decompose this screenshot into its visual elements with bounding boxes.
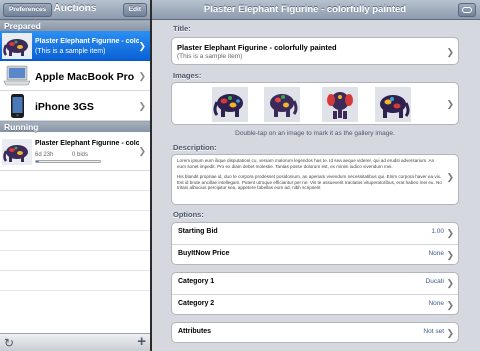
bid-count: 0 bids — [72, 152, 89, 158]
empty-row — [0, 171, 150, 191]
starting-bid-row[interactable]: Starting Bid 1.00 ❯ — [172, 223, 458, 244]
detail-title: Plaster Elephant Figurine - colorfully p… — [203, 4, 407, 15]
item-image-4[interactable] — [375, 87, 411, 122]
list-item-subtitle: (This is a sample item) — [35, 48, 106, 55]
option-value: Not set — [423, 328, 444, 335]
option-key: Category 1 — [178, 278, 215, 285]
list-item-running-elephant[interactable]: Plaster Elephant Figurine - colorfully p… — [0, 132, 150, 171]
item-image-2[interactable] — [264, 87, 300, 122]
title-subtitle: (This is a sample item) — [177, 53, 243, 60]
option-value: Ducati — [425, 278, 444, 285]
description-field[interactable]: Lorem ipsum eum ilique disputationi cu, … — [171, 154, 459, 205]
section-header-prepared: Prepared — [0, 20, 150, 31]
time-left: 6d 23h — [35, 152, 54, 158]
chevron-right-icon: ❯ — [446, 228, 454, 238]
option-value: 1.00 — [431, 228, 444, 235]
auctions-pane: Preferences Auctions Edit Prepared Plast… — [0, 0, 150, 351]
title-field[interactable]: Plaster Elephant Figurine - colorfully p… — [171, 37, 459, 65]
attributes-row[interactable]: Attributes Not set ❯ — [171, 322, 459, 343]
auctions-bottom-toolbar: ↻ + — [0, 333, 150, 351]
chevron-right-icon: ❯ — [446, 300, 454, 310]
chevron-right-icon: ❯ — [446, 99, 454, 109]
macbook-thumbnail — [2, 63, 32, 89]
auctions-toolbar: Preferences Auctions Edit — [0, 0, 150, 20]
list-item-title: Plaster Elephant Figurine - colorfully p… — [35, 140, 139, 147]
images-hint: Double-tap on an image to mark it as the… — [235, 130, 395, 137]
images-label: Images: — [173, 71, 202, 80]
detail-pane: Plaster Elephant Figurine - colorfully p… — [152, 0, 480, 351]
buyitnow-price-row[interactable]: BuyItNow Price None ❯ — [172, 245, 458, 266]
description-label: Description: — [173, 143, 217, 152]
auction-progress-bar — [35, 160, 101, 163]
description-paragraph: His blandit propriae id, duo te corpora … — [177, 174, 442, 191]
title-label: Title: — [173, 24, 191, 33]
start-auction-button[interactable] — [458, 3, 476, 17]
categories-group: Category 1 Ducati ❯ Category 2 None ❯ — [171, 272, 459, 315]
option-key: Starting Bid — [178, 228, 218, 235]
list-item-prepared-macbook[interactable]: Apple MacBook Pro ❯ — [0, 61, 150, 91]
option-value: None — [428, 300, 444, 307]
empty-row — [0, 211, 150, 231]
empty-row — [0, 271, 150, 291]
category-1-row[interactable]: Category 1 Ducati ❯ — [172, 273, 458, 294]
option-key: Attributes — [178, 328, 212, 335]
category-2-row[interactable]: Category 2 None ❯ — [172, 295, 458, 316]
description-paragraph: Lorem ipsum eum ilique disputationi cu, … — [177, 158, 435, 169]
empty-row — [0, 191, 150, 211]
option-key: Category 2 — [178, 300, 215, 307]
title-value: Plaster Elephant Figurine - colorfully p… — [177, 43, 337, 52]
chevron-right-icon: ❯ — [446, 47, 454, 57]
chevron-right-icon: ❯ — [446, 172, 454, 182]
iphone-thumbnail — [2, 93, 32, 119]
empty-row — [0, 231, 150, 251]
options-label: Options: — [173, 210, 204, 219]
add-icon[interactable]: + — [137, 333, 146, 350]
elephant-thumbnail — [2, 139, 32, 165]
options-group: Starting Bid 1.00 ❯ BuyItNow Price None … — [171, 222, 459, 265]
section-header-running: Running — [0, 121, 150, 132]
toggle-icon — [462, 7, 472, 13]
chevron-right-icon: ❯ — [138, 146, 146, 156]
list-item-prepared-iphone[interactable]: iPhone 3GS ❯ — [0, 91, 150, 121]
auction-progress-fill — [36, 161, 40, 162]
chevron-right-icon: ❯ — [446, 328, 454, 338]
chevron-right-icon: ❯ — [138, 101, 146, 111]
chevron-right-icon: ❯ — [138, 71, 146, 81]
chevron-right-icon: ❯ — [446, 250, 454, 260]
item-image-3[interactable] — [322, 87, 358, 122]
option-key: BuyItNow Price — [178, 250, 230, 257]
chevron-right-icon: ❯ — [138, 41, 146, 51]
list-item-title: Apple MacBook Pro — [35, 71, 135, 83]
empty-row — [0, 251, 150, 271]
refresh-icon[interactable]: ↻ — [4, 336, 14, 350]
elephant-thumbnail — [2, 33, 32, 59]
list-item-prepared-elephant[interactable]: Plaster Elephant Figurine - colorfully p… — [0, 31, 150, 61]
list-item-title: Plaster Elephant Figurine - colorfully p… — [35, 38, 139, 45]
edit-button[interactable]: Edit — [122, 3, 147, 17]
detail-toolbar: Plaster Elephant Figurine - colorfully p… — [152, 0, 480, 20]
option-value: None — [428, 250, 444, 257]
item-image-1[interactable] — [212, 87, 248, 122]
list-item-title: iPhone 3GS — [35, 101, 94, 113]
chevron-right-icon: ❯ — [446, 278, 454, 288]
images-field[interactable]: ❯ — [171, 82, 459, 125]
